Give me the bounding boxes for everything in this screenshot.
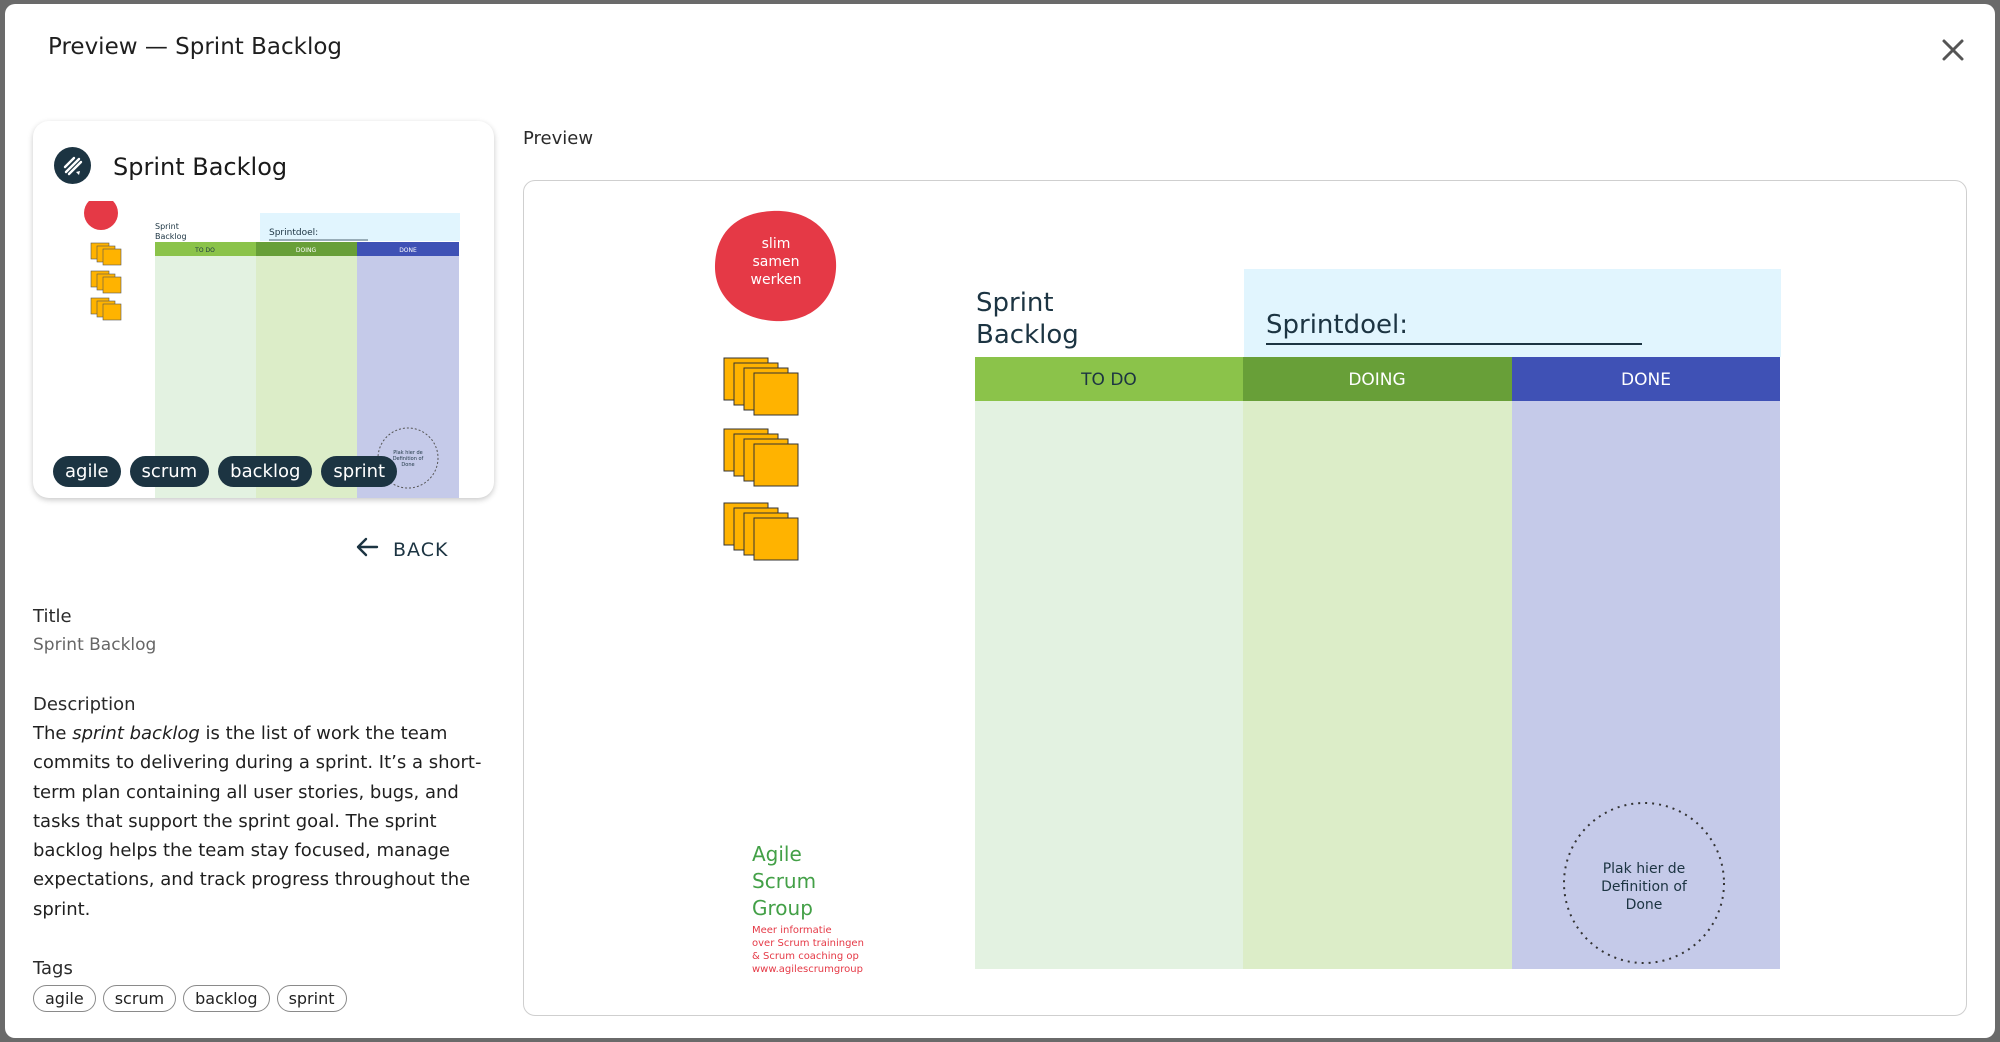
svg-text:werken: werken xyxy=(751,272,802,288)
thumb-stickies xyxy=(90,242,122,321)
board-preview: slim samen werken Sprint Backlog Sprintd… xyxy=(714,210,1781,975)
arrow-left-icon xyxy=(355,536,379,563)
description-label: Description xyxy=(33,694,136,715)
dod-line1: Plak hier de xyxy=(1603,861,1686,877)
column-body-doing xyxy=(1243,401,1512,969)
title-value: Sprint Backlog xyxy=(33,635,157,655)
thumb-dod-3: Done xyxy=(401,462,414,468)
preview-modal: Preview — Sprint Backlog Sprint Backlog xyxy=(5,4,1995,1038)
brand-info3: & Scrum coaching op xyxy=(752,951,859,962)
chip[interactable]: agile xyxy=(53,456,121,487)
tag[interactable]: agile xyxy=(33,985,96,1012)
brand-line2: Scrum xyxy=(752,869,816,893)
sticky-note-stacks xyxy=(723,357,799,561)
brand-info1: Meer informatie xyxy=(752,925,832,936)
thumb-title-2: Backlog xyxy=(155,232,187,241)
brand-line3: Group xyxy=(752,896,813,920)
template-card[interactable]: Sprint Backlog Sprint Backlog Sprintdoel… xyxy=(33,121,494,498)
back-label: BACK xyxy=(393,538,449,561)
template-card-title: Sprint Backlog xyxy=(113,153,288,181)
chip[interactable]: scrum xyxy=(129,456,210,487)
slim-samen-werken-badge: slim samen werken xyxy=(714,210,837,322)
close-icon[interactable] xyxy=(1935,32,1971,68)
template-thumbnail: Sprint Backlog Sprintdoel: TO DO DOING D… xyxy=(84,201,460,498)
board-title-line2: Backlog xyxy=(976,320,1079,350)
thumb-badge xyxy=(84,201,118,230)
column-doing-label: DOING xyxy=(1348,370,1405,390)
thumb-goal: Sprintdoel: xyxy=(269,228,318,238)
tag[interactable]: sprint xyxy=(276,985,347,1012)
column-todo-label: TO DO xyxy=(1080,370,1137,390)
brand-line1: Agile xyxy=(752,842,802,866)
thumb-col-done: DONE xyxy=(399,247,417,254)
svg-text:samen: samen xyxy=(753,254,800,270)
template-logo-icon xyxy=(54,147,91,184)
dod-line3: Done xyxy=(1626,897,1663,913)
brand-info4: www.agilescrumgroup xyxy=(752,964,863,975)
preview-label: Preview xyxy=(523,128,594,149)
thumb-col-todo: TO DO xyxy=(194,247,215,254)
tag[interactable]: backlog xyxy=(183,985,270,1012)
sprint-goal-label: Sprintdoel: xyxy=(1266,310,1408,340)
thumb-title-1: Sprint xyxy=(155,222,179,231)
modal-title: Preview — Sprint Backlog xyxy=(48,34,343,60)
column-body-todo xyxy=(975,401,1243,969)
description-text: The sprint backlog is the list of work t… xyxy=(33,723,482,920)
dod-line2: Definition of xyxy=(1601,879,1688,895)
board-title-line1: Sprint xyxy=(976,288,1054,318)
tags-label: Tags xyxy=(33,958,73,979)
tag[interactable]: scrum xyxy=(102,985,177,1012)
preview-canvas: slim samen werken Sprint Backlog Sprintd… xyxy=(523,180,1967,1016)
chip[interactable]: sprint xyxy=(321,456,398,487)
chip[interactable]: backlog xyxy=(218,456,313,487)
back-button[interactable]: BACK xyxy=(355,536,448,563)
template-chips: agile scrum backlog sprint xyxy=(53,456,398,487)
tags-list: agile scrum backlog sprint xyxy=(33,985,347,1012)
svg-text:slim: slim xyxy=(762,236,791,252)
title-label: Title xyxy=(33,606,72,627)
brand-info2: over Scrum trainingen xyxy=(752,938,864,949)
thumb-col-doing: DOING xyxy=(296,247,317,254)
column-done-label: DONE xyxy=(1621,370,1671,390)
